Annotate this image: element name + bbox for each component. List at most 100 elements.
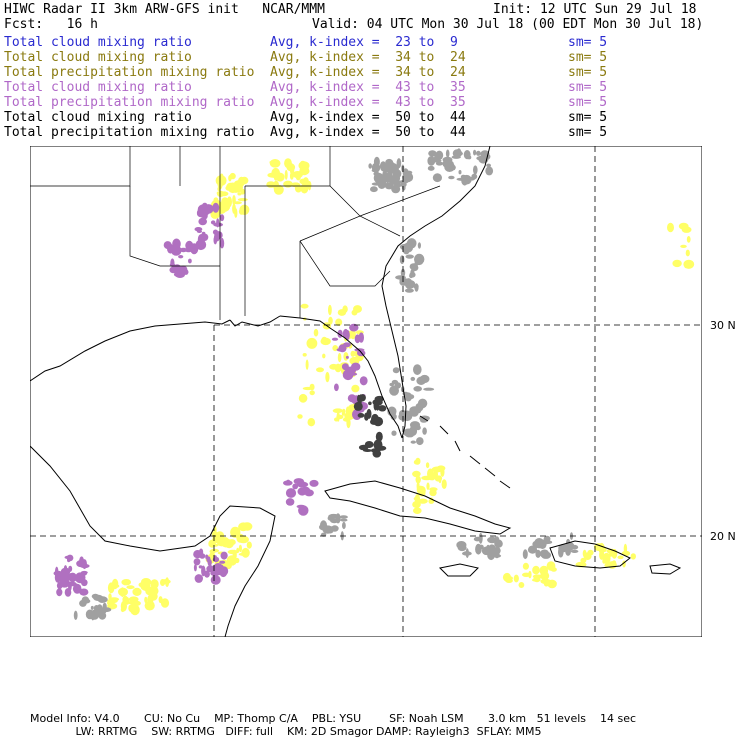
radar-echo-gray — [442, 161, 454, 168]
radar-echo-yellow — [414, 494, 421, 505]
radar-echo-yellow — [213, 197, 219, 203]
radar-echo-yellow — [426, 482, 430, 490]
radar-echo-gray — [330, 518, 339, 524]
radar-echo-gray — [571, 544, 579, 550]
radar-echo-gray — [494, 539, 503, 548]
field-name: Total cloud mixing ratio — [4, 80, 192, 95]
radar-echo-yellow — [341, 411, 345, 416]
radar-echo-gray — [97, 608, 107, 616]
radar-map — [30, 146, 702, 637]
radar-echo-yellow — [284, 169, 288, 180]
radar-echo-yellow — [208, 539, 216, 548]
model-info-line-1: Model Info: V4.0 CU: No Cu MP: Thomp C/A… — [30, 712, 637, 725]
radar-echo-gray — [413, 364, 422, 375]
radar-echo-violet — [199, 548, 204, 556]
field-k-index: Avg, k-index = 50 to 44 — [270, 110, 466, 125]
radar-echo-yellow — [219, 173, 224, 180]
radar-echo-yellow — [321, 336, 328, 344]
radar-echo-violet — [353, 413, 358, 419]
lat-label-30n: 30 N — [710, 319, 736, 332]
radar-echo-yellow — [322, 353, 326, 359]
radar-echo-gray — [370, 186, 378, 193]
radar-echo-violet — [219, 214, 225, 222]
radar-echo-gray — [422, 427, 427, 435]
radar-echo-yellow — [425, 462, 430, 469]
radar-echo-gray — [405, 254, 414, 259]
radar-echo-violet — [188, 258, 192, 264]
radar-echo-yellow — [332, 408, 344, 414]
radar-echo-violet — [345, 355, 349, 359]
radar-echo-gray — [476, 156, 487, 161]
radar-echo-yellow — [165, 577, 170, 588]
radar-echo-violet — [178, 255, 184, 259]
radar-echo-yellow — [238, 535, 249, 544]
radar-echo-yellow — [132, 587, 142, 596]
radar-echo-violet — [56, 588, 63, 597]
radar-echo-yellow — [271, 167, 281, 179]
radar-echo-gray — [448, 175, 455, 180]
field-k-index: Avg, k-index = 43 to 35 — [270, 95, 466, 110]
radar-echo-yellow — [413, 459, 421, 465]
radar-echo-dark — [368, 401, 372, 406]
radar-echo-violet — [68, 565, 73, 572]
radar-echo-gray — [473, 165, 478, 175]
radar-echo-yellow — [232, 195, 236, 206]
radar-echo-yellow — [518, 582, 525, 588]
radar-echo-gray — [389, 387, 398, 394]
radar-echo-yellow — [231, 184, 241, 193]
radar-echo-yellow — [302, 353, 307, 357]
radar-echo-yellow — [513, 574, 519, 583]
field-name: Total cloud mixing ratio — [4, 110, 192, 125]
field-name: Total cloud mixing ratio — [4, 50, 192, 65]
radar-echo-yellow — [429, 487, 438, 492]
radar-echo-yellow — [246, 541, 252, 549]
radar-echo-violet — [66, 554, 74, 562]
radar-echo-yellow — [241, 547, 250, 558]
map-frame — [30, 146, 702, 637]
radar-echo-yellow — [587, 549, 594, 556]
radar-echo-yellow — [306, 337, 318, 349]
radar-echo-yellow — [269, 160, 280, 164]
radar-echo-violet — [213, 235, 218, 245]
radar-echo-gray — [403, 428, 414, 437]
radar-echo-gray — [394, 382, 402, 389]
radar-echo-yellow — [522, 562, 529, 570]
field-smoothing: sm= 5 — [568, 35, 608, 50]
radar-echo-gray — [392, 367, 400, 374]
radar-echo-gray — [487, 549, 496, 561]
radar-echo-violet — [338, 344, 347, 353]
radar-echo-gray — [392, 169, 402, 179]
radar-echo-gray — [340, 518, 348, 522]
radar-echo-yellow — [316, 367, 324, 373]
radar-echo-gray — [400, 181, 407, 188]
radar-echo-yellow — [127, 601, 135, 605]
radar-echo-yellow — [158, 596, 163, 604]
radar-echo-violet — [354, 334, 361, 344]
radar-echo-gray — [423, 387, 435, 391]
radar-echo-gray — [410, 376, 416, 381]
radar-echo-yellow — [144, 596, 148, 604]
radar-echo-violet — [167, 243, 174, 254]
radar-echo-gray — [486, 163, 491, 168]
field-smoothing: sm= 5 — [568, 125, 608, 140]
radar-echo-yellow — [234, 527, 239, 533]
radar-echo-yellow — [353, 305, 362, 313]
radar-echo-gray — [81, 596, 90, 604]
radar-echo-gray — [339, 515, 348, 519]
radar-echo-gray — [395, 275, 406, 280]
radar-echo-violet — [198, 565, 203, 569]
radar-echo-violet — [285, 488, 297, 498]
radar-echo-gray — [413, 284, 419, 289]
radar-echo-yellow — [126, 585, 135, 590]
lat-label-20n: 20 N — [710, 530, 736, 543]
init-time: Init: 12 UTC Sun 29 Jul 18 — [493, 2, 697, 17]
radar-echo-yellow — [415, 475, 421, 484]
radar-echo-violet — [193, 558, 201, 566]
radar-echo-dark — [372, 449, 382, 458]
field-smoothing: sm= 5 — [568, 95, 608, 110]
radar-echo-violet — [285, 479, 291, 485]
radar-echo-yellow — [107, 582, 115, 594]
field-name: Total precipitation mixing ratio — [4, 65, 255, 80]
radar-echo-yellow — [266, 181, 276, 188]
radar-echo-gray — [536, 541, 545, 545]
